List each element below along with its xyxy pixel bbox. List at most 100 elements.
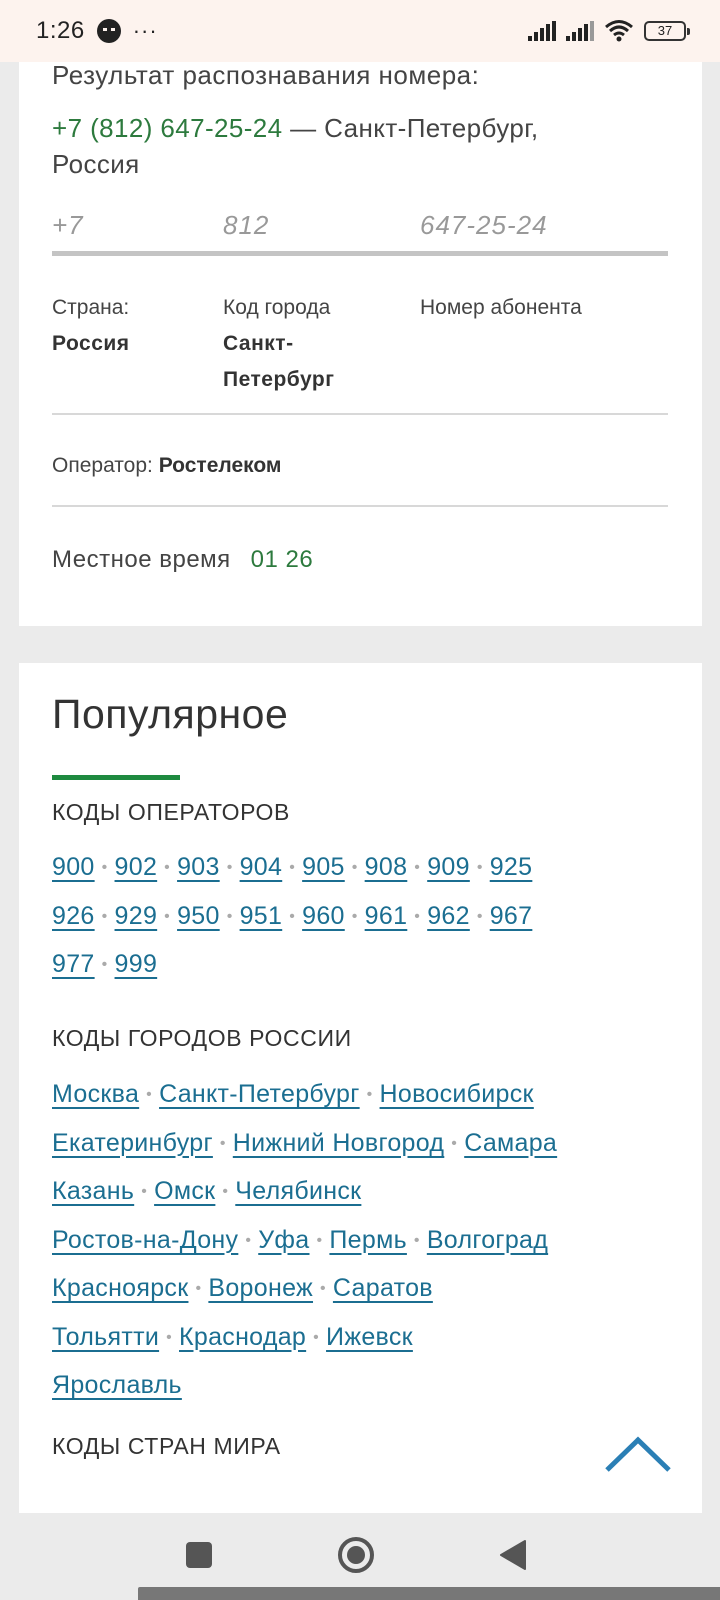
city-code-line: Екатеринбург • Нижний Новгород • Самара — [52, 1121, 672, 1170]
home-button[interactable] — [334, 1533, 378, 1577]
operator-code-link[interactable]: 909 — [427, 853, 470, 881]
operator-code-link[interactable]: 900 — [52, 853, 95, 881]
operator-code-line: 977 • 999 — [52, 942, 672, 991]
city-code-link[interactable]: Самара — [464, 1129, 557, 1157]
city-code-link[interactable]: Воронеж — [208, 1274, 313, 1302]
separator-dot: • — [226, 907, 233, 925]
local-time-row: Местное время 01 26 — [52, 546, 313, 574]
city-value-line1: Санкт- — [223, 332, 294, 355]
city-code-link[interactable]: Казань — [52, 1177, 134, 1205]
operator-label: Оператор: — [52, 454, 159, 477]
city-code-link[interactable]: Челябинск — [235, 1177, 361, 1205]
operator-code-link[interactable]: 903 — [177, 853, 220, 881]
city-code-link[interactable]: Новосибирск — [380, 1080, 534, 1108]
city-code-link[interactable]: Волгоград — [427, 1226, 548, 1254]
city-code-link[interactable]: Екатеринбург — [52, 1129, 213, 1157]
country-info: Страна: Россия — [52, 290, 130, 362]
city-code-line: Ростов-на-Дону • Уфа • Пермь • Волгоград — [52, 1218, 672, 1267]
circle-icon — [338, 1537, 374, 1573]
separator-dot: • — [476, 859, 483, 876]
separator-dot: • — [101, 907, 108, 925]
recents-button[interactable] — [177, 1533, 221, 1577]
operator-code-link[interactable]: 999 — [115, 950, 158, 978]
title-underline — [52, 775, 180, 780]
city-value-line2: Петербург — [223, 368, 335, 391]
status-time: 1:26 — [36, 17, 85, 44]
separator-dot: • — [146, 1086, 153, 1103]
gesture-bar — [138, 1587, 720, 1600]
separator-dot: • — [366, 1086, 373, 1103]
city-code-link[interactable]: Ростов-на-Дону — [52, 1226, 238, 1254]
city-code-line: Ярославль — [52, 1363, 672, 1409]
separator-dot: • — [320, 1280, 326, 1297]
separator-dot: • — [451, 1134, 458, 1152]
operator-code-link[interactable]: 951 — [240, 902, 283, 930]
operator-code-link[interactable]: 908 — [365, 853, 408, 881]
country-codes-heading: КОДЫ СТРАН МИРА — [52, 1433, 281, 1459]
city-code-link[interactable]: Саратов — [333, 1274, 433, 1302]
result-card: Результат распознавания номера: +7 (812)… — [19, 60, 702, 626]
back-button[interactable] — [490, 1533, 534, 1577]
city-code-line: Красноярск • Воронеж • Саратов — [52, 1266, 672, 1315]
result-phone: +7 (812) 647-25-24 — [52, 113, 283, 143]
separator-dot: • — [195, 1280, 202, 1297]
city-code-line: Тольятти • Краснодар • Ижевск — [52, 1315, 672, 1364]
result-title: Результат распознавания номера: — [52, 60, 480, 90]
separator-dot: • — [164, 907, 171, 925]
status-bar: 1:26 ··· 37 — [0, 0, 720, 62]
city-code-link[interactable]: Ижевск — [326, 1323, 413, 1351]
operator-codes-heading: КОДЫ ОПЕРАТОРОВ — [52, 799, 290, 825]
divider — [52, 413, 668, 415]
city-code-link[interactable]: Уфа — [258, 1226, 309, 1254]
operator-code-link[interactable]: 960 — [302, 902, 345, 930]
battery-icon: 37 — [644, 21, 690, 41]
popular-title: Популярное — [52, 691, 289, 737]
operator-codes-list: 900 • 902 • 903 • 904 • 905 • 908 • 909 • 925 926 • 929 • 9… — [52, 845, 672, 991]
operator-code-link[interactable]: 905 — [302, 853, 345, 881]
country-value: Россия — [52, 332, 130, 355]
city-code-line: Казань • Омск • Челябинск — [52, 1169, 672, 1218]
chat-notification-icon — [96, 19, 121, 43]
operator-code-link[interactable]: 904 — [240, 853, 283, 881]
separator-dot: • — [245, 1231, 252, 1249]
separator-dot: • — [316, 1231, 323, 1249]
square-icon — [186, 1542, 212, 1568]
separator-dot: • — [101, 956, 108, 973]
city-code-link[interactable]: Краснодар — [179, 1323, 306, 1351]
city-code-link[interactable]: Нижний Новгород — [233, 1129, 444, 1157]
city-code-link[interactable]: Пермь — [329, 1226, 407, 1254]
operator-code-link[interactable]: 967 — [490, 902, 533, 930]
operator-code-link[interactable]: 902 — [115, 853, 158, 881]
city-code-link[interactable]: Ярославль — [52, 1371, 182, 1399]
separator-dot: • — [141, 1183, 148, 1200]
city-code-link[interactable]: Красноярск — [52, 1274, 188, 1302]
subscriber-info: Номер абонента — [420, 290, 582, 326]
operator-code-link[interactable]: 925 — [490, 853, 533, 881]
triangle-back-icon — [500, 1540, 526, 1570]
operator-code-link[interactable]: 977 — [52, 950, 95, 978]
separator-dot: • — [226, 859, 233, 876]
popular-card: Популярное КОДЫ ОПЕРАТОРОВ 900 • 902 • 903 • 9… — [19, 663, 702, 1513]
operator-code-link[interactable]: 929 — [115, 902, 158, 930]
number-parts: +7 812 647-25-24 — [52, 210, 668, 256]
local-time-label: Местное время — [52, 546, 231, 573]
separator-dot: • — [313, 1328, 320, 1346]
operator-code-link[interactable]: 961 — [365, 902, 408, 930]
signal-icon — [528, 21, 556, 41]
city-codes-heading: КОДЫ ГОРОДОВ РОССИИ — [52, 1025, 352, 1051]
city-code-link[interactable]: Омск — [154, 1177, 215, 1205]
signal-icon-2 — [566, 21, 594, 41]
part-subscriber: 647-25-24 — [420, 210, 548, 240]
city-label: Код города — [223, 296, 331, 319]
operator-code-line: 900 • 902 • 903 • 904 • 905 • 908 • 909 • 925 — [52, 845, 672, 894]
country-label: Страна: — [52, 296, 130, 319]
operator-code-link[interactable]: 926 — [52, 902, 95, 930]
scroll-top-chevron-up-icon[interactable] — [603, 1432, 673, 1476]
part-city-code: 812 — [223, 210, 270, 240]
city-code-link[interactable]: Санкт-Петербург — [159, 1080, 360, 1108]
city-code-link[interactable]: Тольятти — [52, 1323, 159, 1351]
operator-code-link[interactable]: 962 — [427, 902, 470, 930]
operator-code-link[interactable]: 950 — [177, 902, 220, 930]
city-code-link[interactable]: Москва — [52, 1080, 139, 1108]
separator-dot: • — [101, 859, 108, 876]
